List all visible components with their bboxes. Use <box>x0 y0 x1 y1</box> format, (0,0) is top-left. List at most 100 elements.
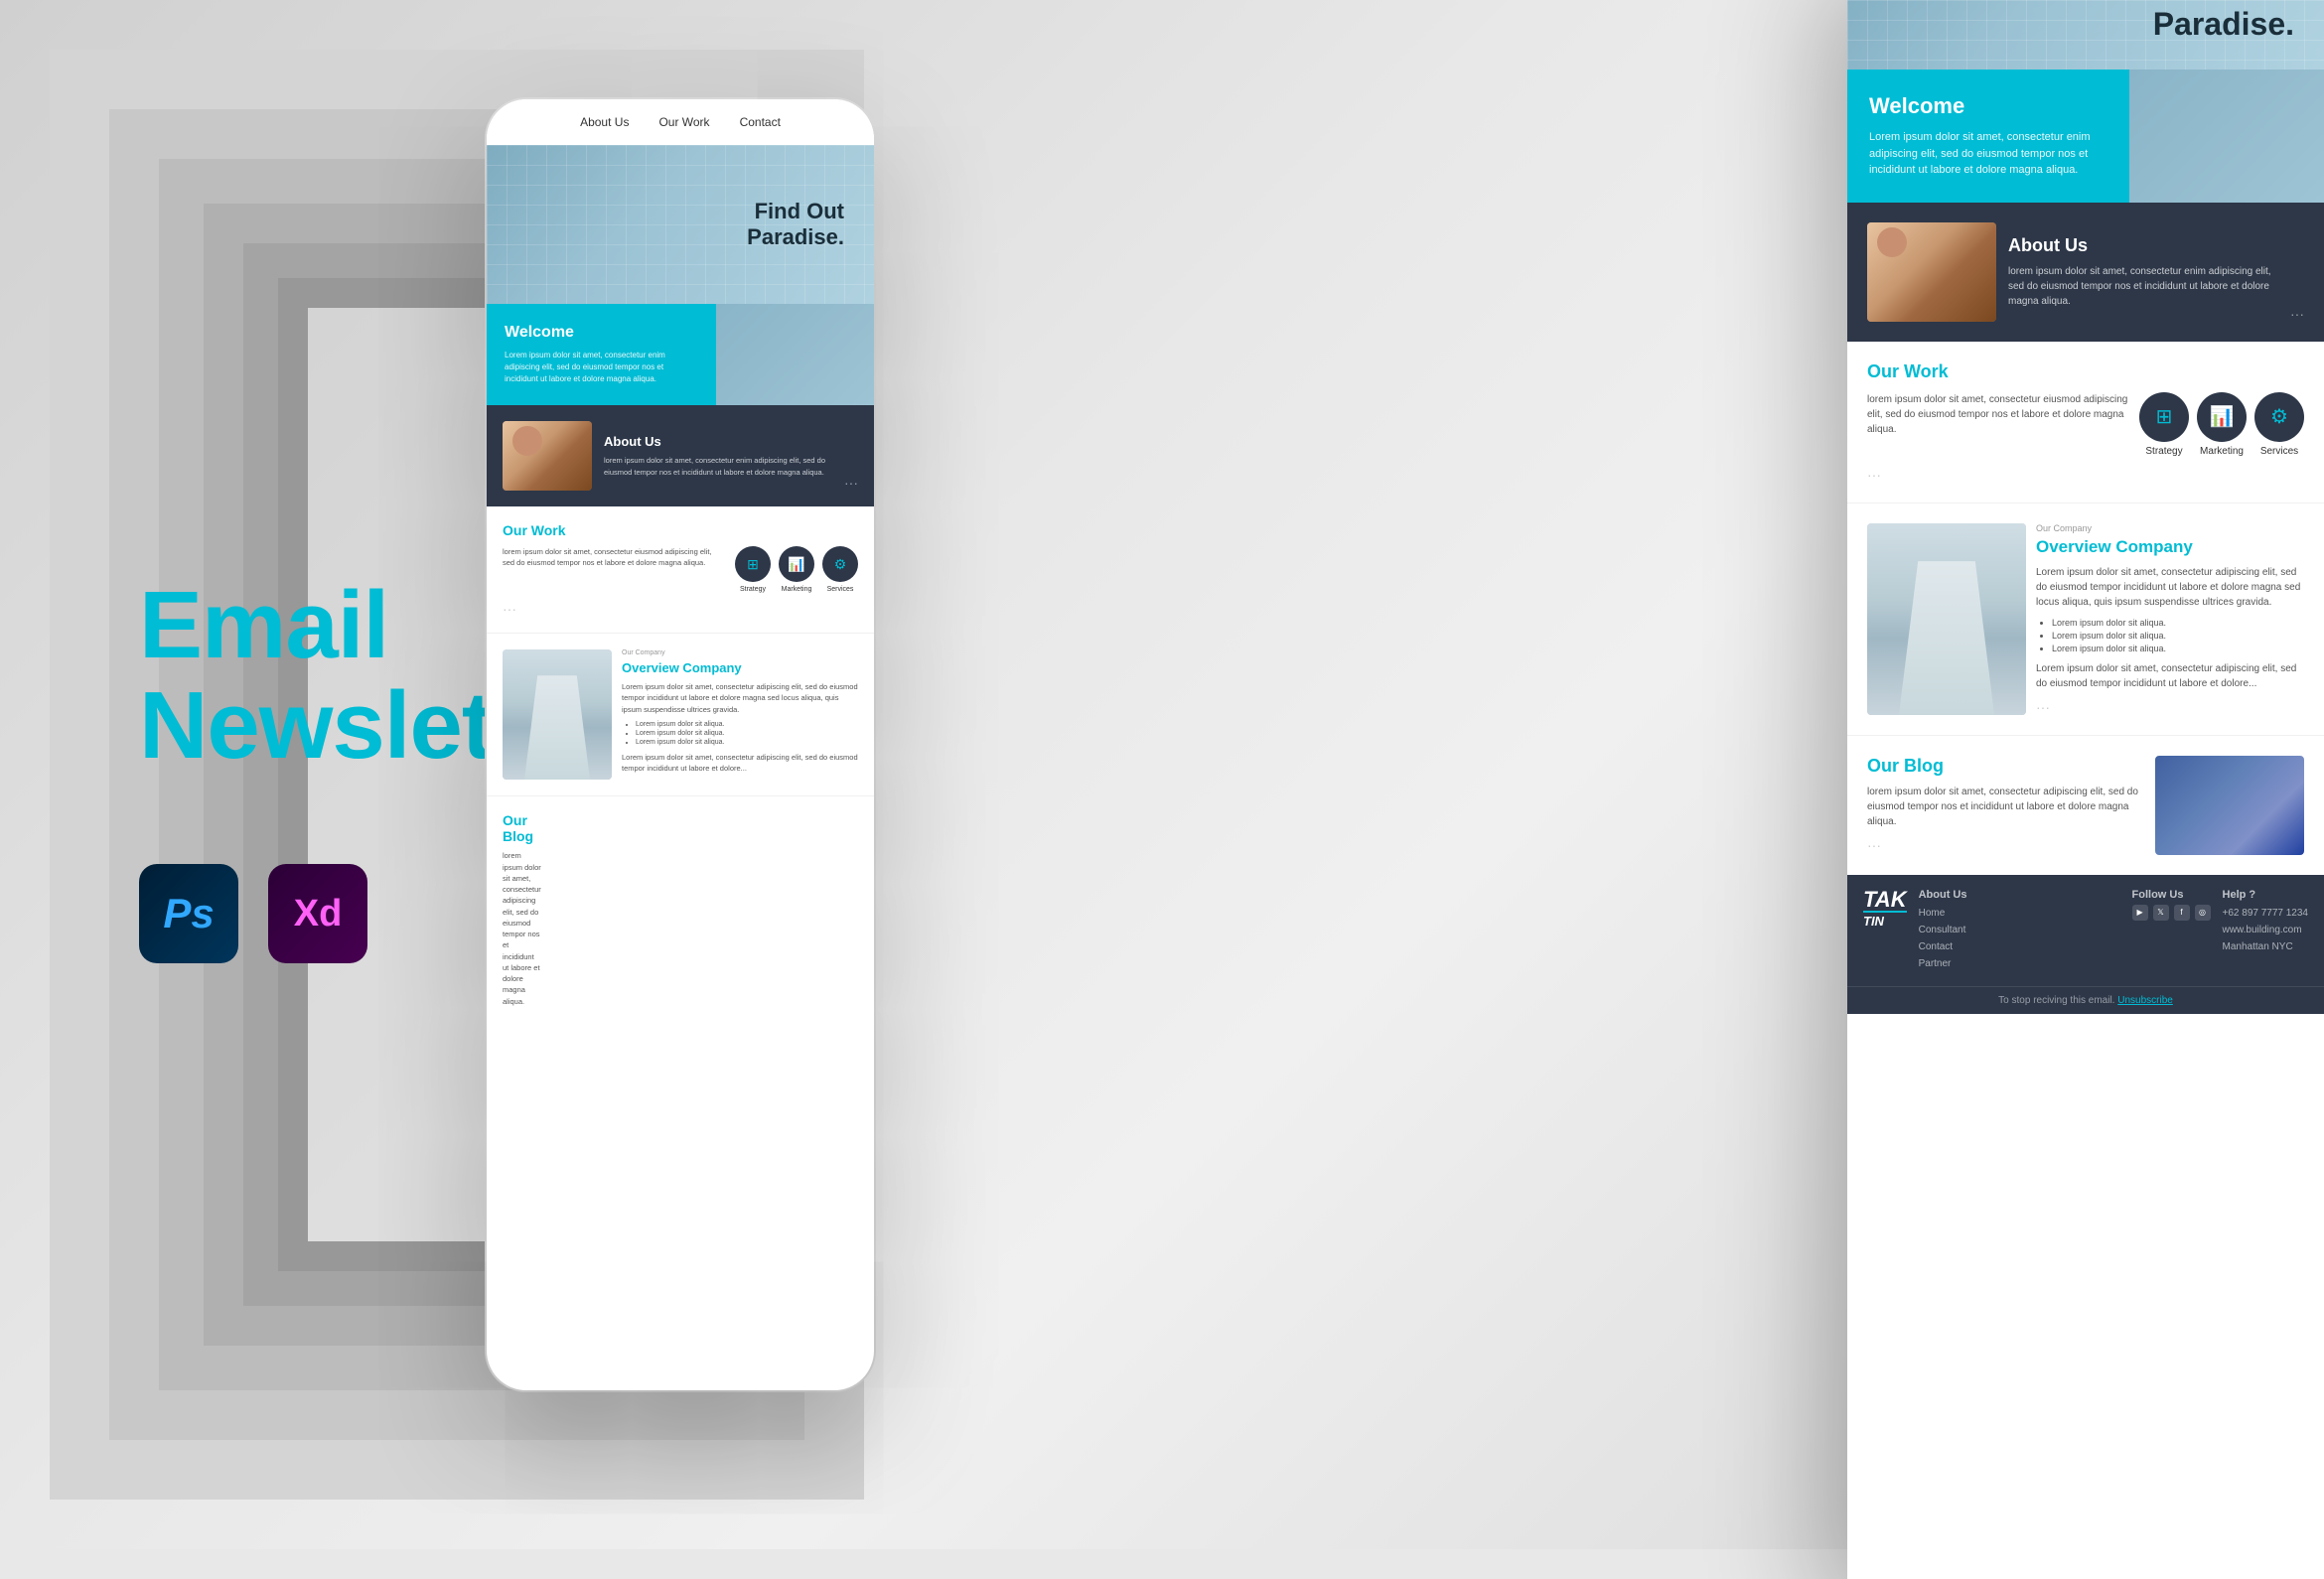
unsubscribe-link[interactable]: Unsubscribe <box>2117 995 2173 1006</box>
services-icon-left: ⚙ <box>822 546 858 582</box>
footer-city: Manhattan NYC <box>2223 938 2308 955</box>
strategy-label-left: Strategy <box>740 586 766 593</box>
newsletter-content-right: Find Out Paradise. Welcome Lorem ipsum d… <box>1847 0 2324 1014</box>
overview-building-right <box>1867 523 2026 715</box>
services-label-right: Services <box>2260 446 2298 457</box>
about-image-left <box>503 421 592 491</box>
work-body-right: lorem ipsum dolor sit amet, consectetur … <box>1867 392 2129 437</box>
nav-ourwork-left[interactable]: Our Work <box>658 115 709 129</box>
footer-help-heading: Help ? <box>2223 889 2308 901</box>
blog-content-left: Our Blog lorem ipsum dolor sit amet, con… <box>503 812 541 1007</box>
work-dots-left: ··· <box>503 601 858 617</box>
overview-section-left: Our Company Overview Company Lorem ipsum… <box>487 633 874 795</box>
work-icon-strategy-left: ⊞ Strategy <box>735 546 771 593</box>
overview-list-item-2-right: Lorem ipsum dolor sit aliqua. <box>2052 631 2304 641</box>
overview-list-item-3-right: Lorem ipsum dolor sit aliqua. <box>2052 644 2304 653</box>
footer-about-heading: About Us <box>1919 889 2120 901</box>
footer-social-section: Follow Us ▶ 𝕏 f ◎ <box>2132 889 2211 921</box>
work-icon-marketing-left: 📊 Marketing <box>779 546 814 593</box>
welcome-right-img-right <box>2129 70 2324 203</box>
overview-content-left: Our Company Overview Company Lorem ipsum… <box>622 649 858 780</box>
photoshop-icon: Ps <box>139 864 238 963</box>
work-heading-left: Our Work <box>503 522 858 538</box>
work-icon-services-left: ⚙ Services <box>822 546 858 593</box>
welcome-body: Lorem ipsum dolor sit amet, consectetur … <box>505 350 698 385</box>
about-body-left: lorem ipsum dolor sit amet, consectetur … <box>604 455 832 478</box>
footer-logo-text: TAK TIN <box>1863 889 1907 928</box>
overview-list-item-1-right: Lorem ipsum dolor sit aliqua. <box>2052 618 2304 628</box>
welcome-section-right: Welcome Lorem ipsum dolor sit amet, cons… <box>1847 70 2324 203</box>
hero-section-left: Find Out Paradise. <box>487 145 874 304</box>
footer-help-section: Help ? +62 897 7777 1234 www.building.co… <box>2223 889 2308 955</box>
strategy-label-right: Strategy <box>2145 446 2182 457</box>
adobexd-icon: Xd <box>268 864 367 963</box>
welcome-left-panel: Welcome Lorem ipsum dolor sit amet, cons… <box>487 304 716 405</box>
marketing-label-left: Marketing <box>782 586 812 593</box>
work-icon-strategy-right: ⊞ Strategy <box>2139 392 2189 457</box>
hero-heading-left: Find Out Paradise. <box>747 199 844 251</box>
about-heading-left: About Us <box>604 434 832 449</box>
services-icon-right: ⚙ <box>2254 392 2304 442</box>
strategy-icon-left: ⊞ <box>735 546 771 582</box>
welcome-left-panel-right: Welcome Lorem ipsum dolor sit amet, cons… <box>1847 70 2129 203</box>
blog-image-right <box>2155 756 2304 855</box>
services-label-left: Services <box>827 586 854 593</box>
welcome-body-right: Lorem ipsum dolor sit amet, consectetur … <box>1869 129 2107 179</box>
nav-about-left[interactable]: About Us <box>580 115 629 129</box>
overview-body-right: Lorem ipsum dolor sit amet, consectetur … <box>2036 565 2304 610</box>
unsub-text: To stop reciving this email. Unsubscribe <box>1863 995 2308 1006</box>
welcome-right-img <box>716 304 874 405</box>
overview-list-left: Lorem ipsum dolor sit aliqua. Lorem ipsu… <box>622 721 858 746</box>
work-icon-marketing-right: 📊 Marketing <box>2197 392 2247 457</box>
footer-link-home[interactable]: Home <box>1919 905 2120 922</box>
nav-bar-left: About Us Our Work Contact <box>487 99 874 145</box>
blog-body-right: lorem ipsum dolor sit amet, consectetur … <box>1867 785 2145 829</box>
facebook-icon[interactable]: f <box>2174 905 2190 921</box>
newsletter-content-left: About Us Our Work Contact Find Out Parad… <box>487 99 874 1023</box>
blog-section-right: Our Blog lorem ipsum dolor sit amet, con… <box>1847 735 2324 875</box>
marketing-label-right: Marketing <box>2200 446 2244 457</box>
footer-follow-heading: Follow Us <box>2132 889 2211 901</box>
footer-link-contact[interactable]: Contact <box>1919 938 2120 955</box>
company-label-right: Our Company <box>2036 523 2304 533</box>
company-label-left: Our Company <box>622 649 858 656</box>
overview-building-left <box>503 649 612 780</box>
work-content-left: lorem ipsum dolor sit amet, consectetur … <box>503 546 858 593</box>
software-icons-section: Ps Xd <box>139 864 367 963</box>
work-heading-right: Our Work <box>1867 361 2304 382</box>
hero-text-left: Find Out Paradise. <box>747 199 844 251</box>
overview-footer-right: Lorem ipsum dolor sit amet, consectetur … <box>2036 661 2304 691</box>
overview-section-right: Our Company Overview Company Lorem ipsum… <box>1847 502 2324 735</box>
overview-list-item-2-left: Lorem ipsum dolor sit aliqua. <box>636 730 858 737</box>
blog-heading-left: Our Blog <box>503 812 541 844</box>
footer-unsub-bar: To stop reciving this email. Unsubscribe <box>1847 986 2324 1014</box>
welcome-heading: Welcome <box>505 324 698 342</box>
overview-list-right: Lorem ipsum dolor sit aliqua. Lorem ipsu… <box>2036 618 2304 653</box>
footer-website: www.building.com <box>2223 922 2308 938</box>
blog-section-left: Our Blog lorem ipsum dolor sit amet, con… <box>487 795 874 1023</box>
about-content-left: About Us lorem ipsum dolor sit amet, con… <box>604 434 832 478</box>
overview-dots-right: ··· <box>2036 699 2304 715</box>
work-icon-services-right: ⚙ Services <box>2254 392 2304 457</box>
footer-links-section: About Us Home Consultant Contact Partner <box>1919 889 2120 972</box>
nav-contact-left[interactable]: Contact <box>740 115 781 129</box>
phone-mockup-right: Find Out Paradise. Welcome Lorem ipsum d… <box>1847 0 2324 1579</box>
marketing-icon-right: 📊 <box>2197 392 2247 442</box>
hero-section-right: Find Out Paradise. <box>1847 0 2324 70</box>
youtube-icon[interactable]: ▶ <box>2132 905 2148 921</box>
work-icons-left: ⊞ Strategy 📊 Marketing ⚙ Services <box>735 546 858 593</box>
footer-link-consultant[interactable]: Consultant <box>1919 922 2120 938</box>
blog-dots-right: ··· <box>1867 837 2145 853</box>
person-photo-right <box>1867 222 1996 322</box>
instagram-icon[interactable]: ◎ <box>2195 905 2211 921</box>
footer-link-partner[interactable]: Partner <box>1919 955 2120 972</box>
twitter-icon[interactable]: 𝕏 <box>2153 905 2169 921</box>
welcome-heading-right: Welcome <box>1869 93 2107 119</box>
overview-content-right: Our Company Overview Company Lorem ipsum… <box>2036 523 2304 715</box>
work-dots-right: ··· <box>1867 467 2304 483</box>
overview-list-item-1-left: Lorem ipsum dolor sit aliqua. <box>636 721 858 728</box>
hero-heading-right: Find Out Paradise. <box>2153 0 2294 43</box>
blog-content-right: Our Blog lorem ipsum dolor sit amet, con… <box>1867 756 2145 853</box>
work-text-left: lorem ipsum dolor sit amet, consectetur … <box>503 546 725 569</box>
hero-text-right: Find Out Paradise. <box>2153 0 2294 43</box>
